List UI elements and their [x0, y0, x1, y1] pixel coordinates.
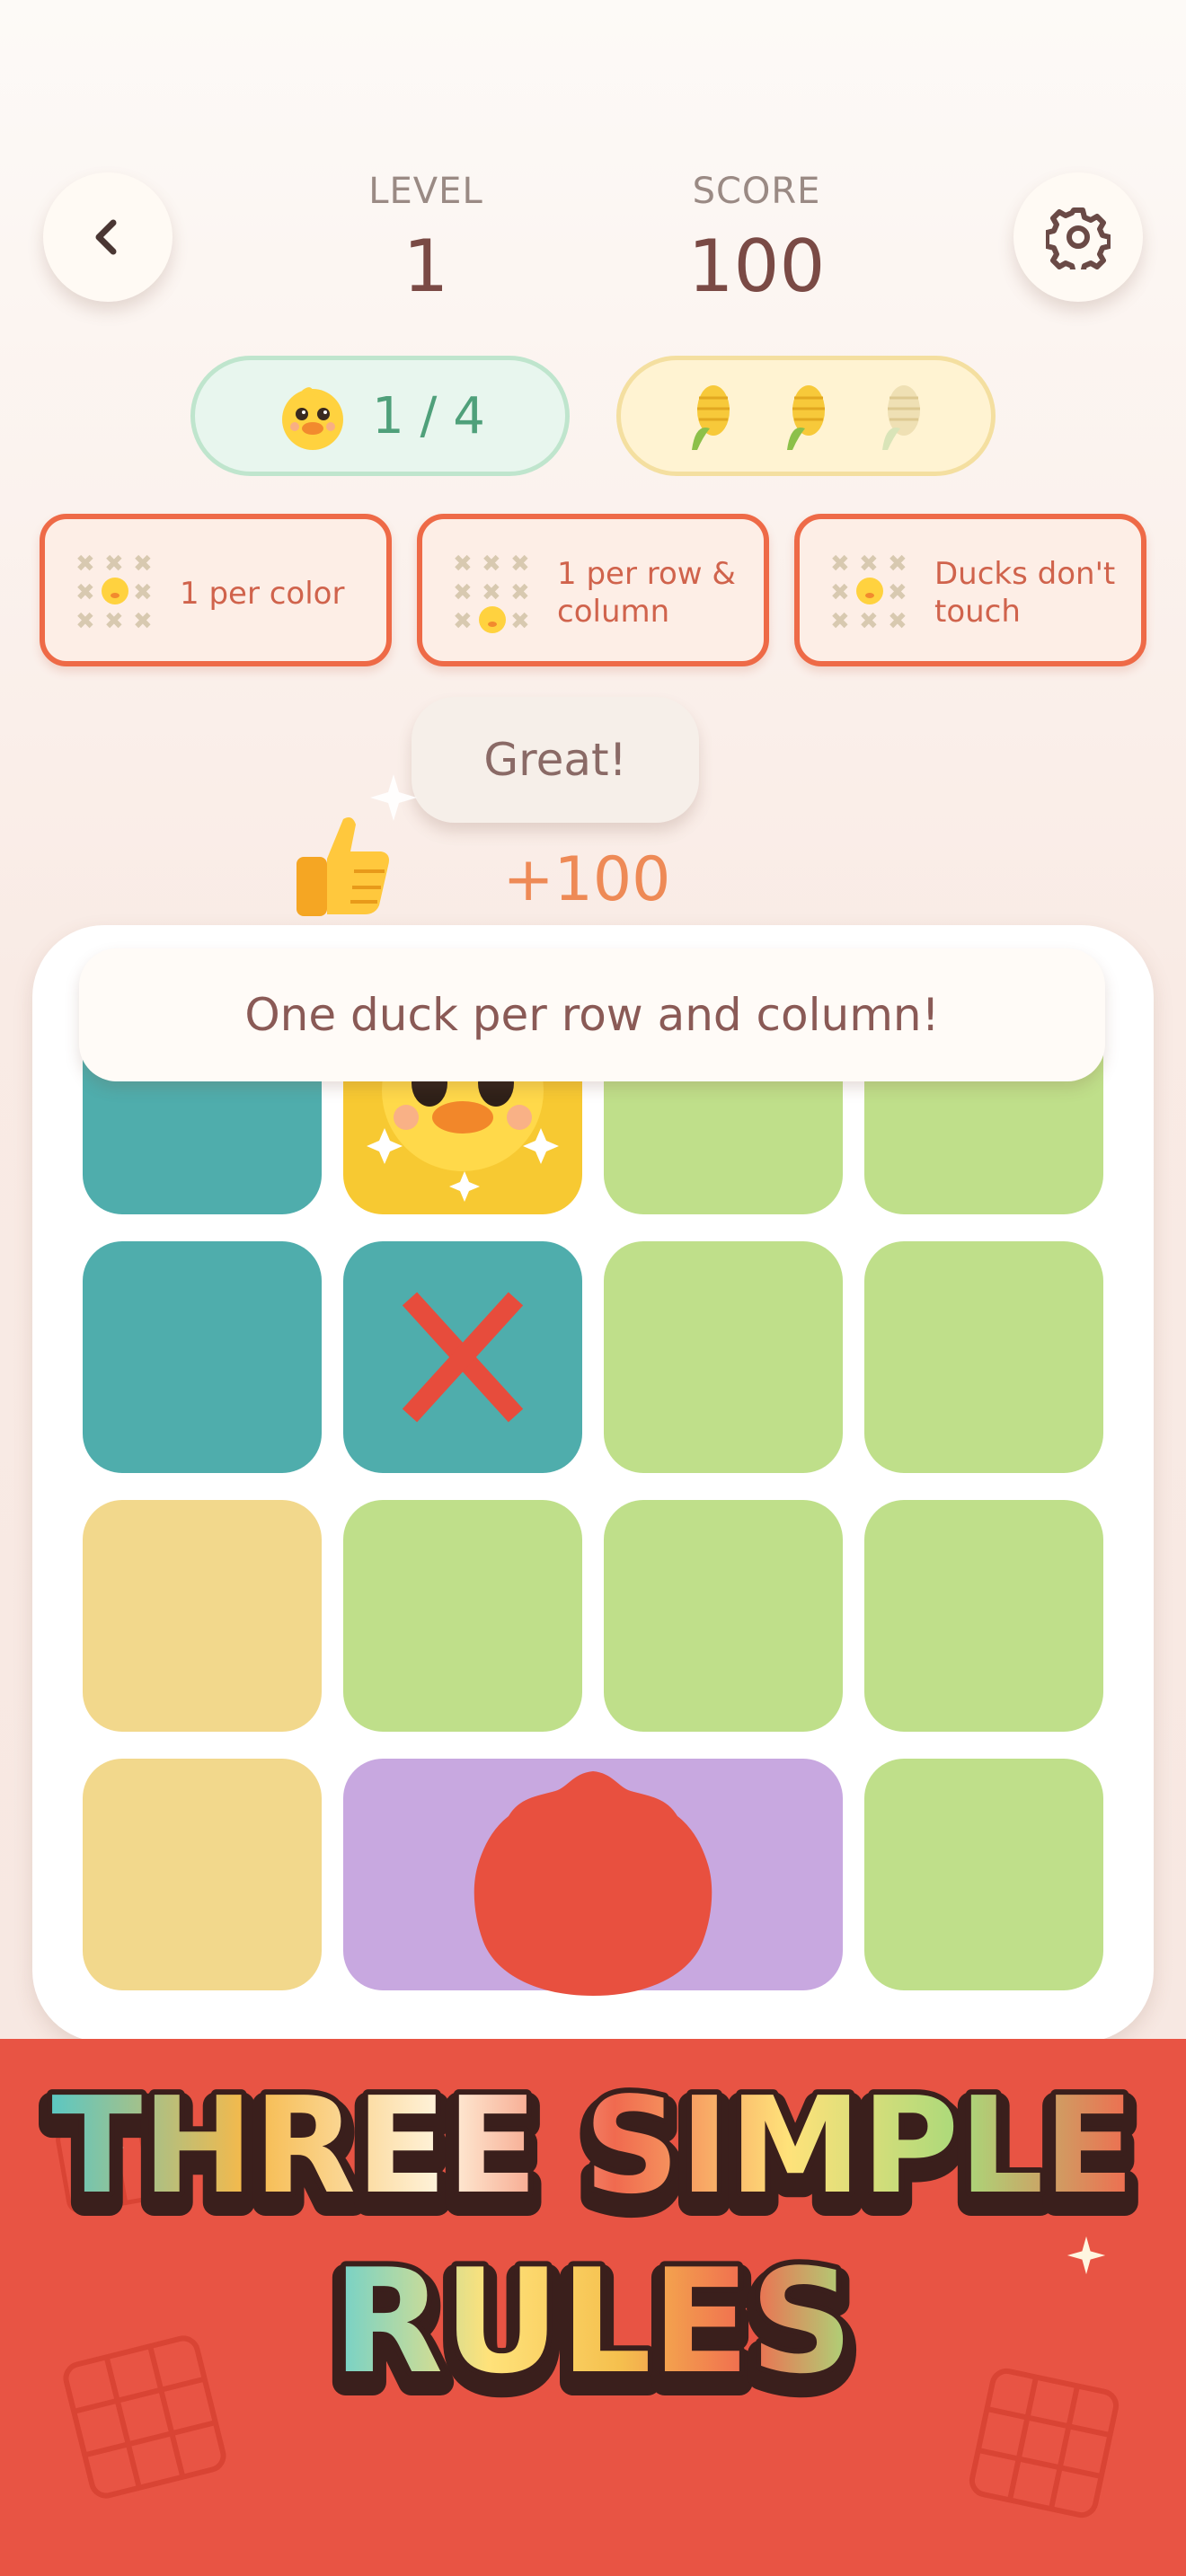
chevron-left-icon — [95, 219, 117, 255]
corn-icon — [692, 385, 730, 450]
board-cell[interactable] — [604, 1241, 843, 1473]
svg-text:✖: ✖ — [133, 608, 153, 635]
rule-card-row-column: ✖ ✖ ✖ ✖ ✖ ✖ ✖ ✖ 1 per row & column — [417, 514, 769, 666]
svg-text:✖: ✖ — [133, 551, 153, 578]
svg-text:✖: ✖ — [104, 608, 124, 635]
board-cell[interactable] — [83, 1500, 322, 1732]
score-label: SCORE — [692, 171, 821, 212]
level-value: 1 — [403, 225, 449, 308]
rule-no-touch-icon: ✖ ✖ ✖ ✖ ✖ ✖ ✖ ✖ — [830, 551, 907, 635]
rule-text: 1 per color — [180, 576, 345, 612]
svg-text:✖: ✖ — [75, 608, 95, 635]
svg-text:✖: ✖ — [133, 579, 153, 606]
rule-row-column-icon: ✖ ✖ ✖ ✖ ✖ ✖ ✖ ✖ — [453, 551, 530, 635]
ducks-progress-pill: 1 / 4 — [190, 356, 570, 476]
settings-button[interactable] — [1013, 172, 1143, 302]
level-label: LEVEL — [368, 171, 483, 212]
svg-text:✖: ✖ — [482, 579, 501, 606]
board-cell[interactable] — [604, 1500, 843, 1732]
svg-text:✖: ✖ — [453, 579, 473, 606]
thumbs-up-icon — [296, 817, 389, 916]
svg-text:✖: ✖ — [888, 608, 907, 635]
title-line2: RULES — [332, 2237, 854, 2405]
x-mark-icon — [402, 1292, 524, 1423]
board-cell[interactable] — [83, 1241, 322, 1473]
svg-text:✖: ✖ — [104, 551, 124, 578]
svg-text:✖: ✖ — [830, 608, 850, 635]
svg-text:✖: ✖ — [75, 551, 95, 578]
board-cell[interactable] — [83, 1759, 322, 1990]
duck-icon — [282, 387, 344, 450]
rule-text: Ducks don't touch — [934, 556, 1116, 630]
rule-text: 1 per row & column — [557, 556, 736, 630]
corn-icon — [787, 385, 825, 450]
board-cell[interactable] — [343, 1500, 582, 1732]
svg-text:✖: ✖ — [830, 551, 850, 578]
svg-text:✖: ✖ — [510, 579, 530, 606]
board-cell[interactable] — [864, 1241, 1103, 1473]
score-gain: +100 — [502, 844, 671, 915]
gear-icon — [1046, 207, 1111, 269]
promo-title: THREE SIMPLE THREE SIMPLE RULES RULES — [38, 2063, 1147, 2430]
title-line1: THREE SIMPLE — [51, 2069, 1134, 2223]
rule-card-no-touch: ✖ ✖ ✖ ✖ ✖ ✖ ✖ ✖ Ducks don't touch — [794, 514, 1146, 666]
svg-text:✖: ✖ — [510, 551, 530, 578]
board-cell-marked[interactable] — [343, 1241, 582, 1473]
board-cell[interactable] — [864, 1500, 1103, 1732]
board-cell[interactable] — [864, 1759, 1103, 1990]
svg-text:✖: ✖ — [859, 608, 879, 635]
svg-text:✖: ✖ — [453, 608, 473, 635]
score-value: 100 — [687, 225, 826, 308]
svg-text:✖: ✖ — [830, 579, 850, 606]
rule-card-color: ✖ ✖ ✖ ✖ ✖ ✖ ✖ ✖ 1 per color — [40, 514, 392, 666]
feedback-bubble: Great! — [412, 697, 699, 823]
ducks-progress-text: 1 / 4 — [372, 386, 485, 446]
tutorial-hand-icon — [474, 1771, 712, 1996]
svg-text:✖: ✖ — [888, 579, 907, 606]
corn-progress-pill — [616, 356, 996, 476]
rule-color-icon: ✖ ✖ ✖ ✖ ✖ ✖ ✖ ✖ — [75, 551, 153, 635]
svg-text:✖: ✖ — [75, 579, 95, 606]
svg-text:✖: ✖ — [453, 551, 473, 578]
svg-text:✖: ✖ — [510, 608, 530, 635]
back-button[interactable] — [43, 172, 173, 302]
corn-faded-icon — [882, 385, 920, 450]
svg-text:✖: ✖ — [859, 551, 879, 578]
svg-text:✖: ✖ — [482, 551, 501, 578]
hint-banner: One duck per row and column! — [79, 948, 1105, 1081]
svg-text:✖: ✖ — [888, 551, 907, 578]
